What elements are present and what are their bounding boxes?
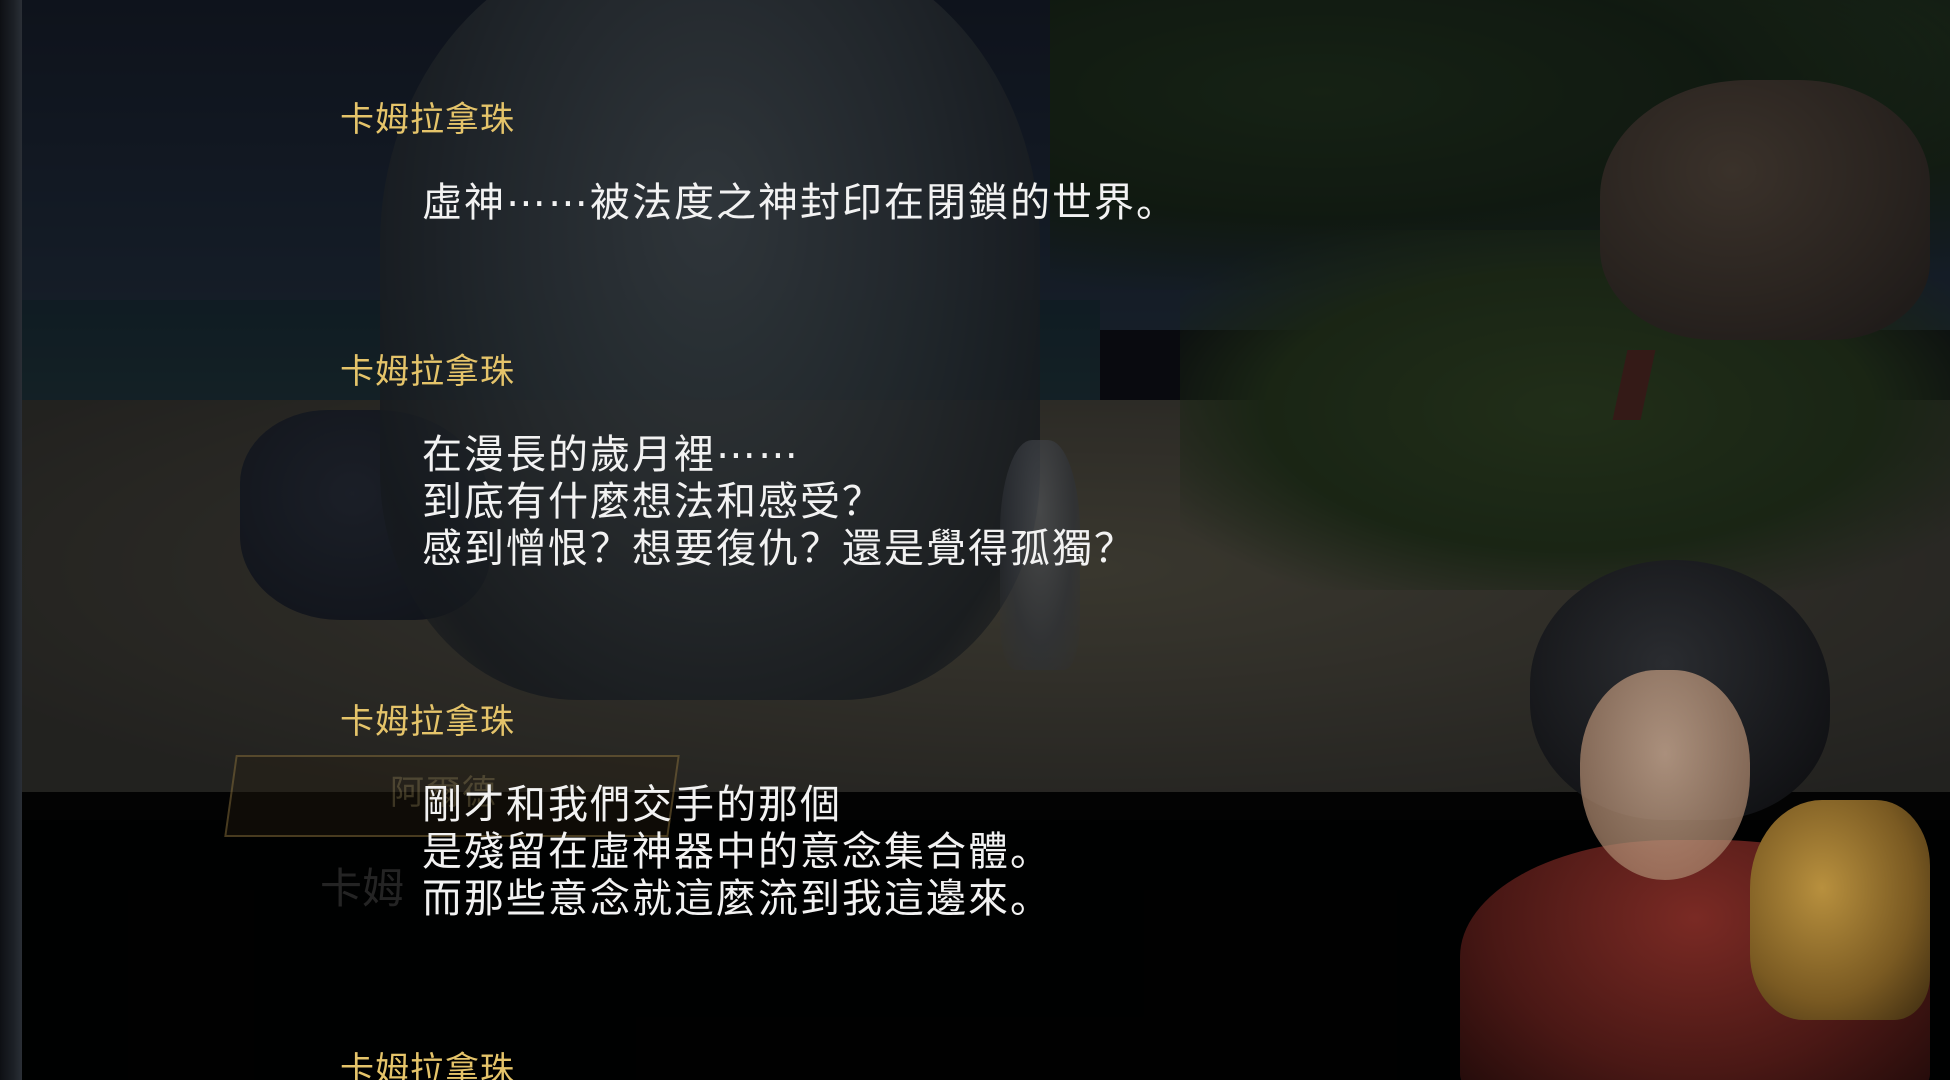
dialogue-line: 虛神⋯⋯被法度之神封印在閉鎖的世界。 — [422, 180, 1178, 226]
dialogue-line: 在漫長的歲月裡⋯⋯ — [422, 432, 800, 478]
speaker-name: 卡姆拉拿珠 — [340, 352, 515, 392]
portrait-armor — [1750, 800, 1930, 1020]
left-frame-edge — [0, 0, 22, 1080]
hero-portrait — [1420, 560, 1950, 1080]
dialogue-line: 剛才和我們交手的那個 — [422, 782, 842, 828]
speaker-name: 卡姆拉拿珠 — [340, 702, 515, 742]
dialogue-line: 而那些意念就這麼流到我這邊來。 — [422, 876, 1052, 922]
speaker-name: 卡姆拉拿珠 — [340, 100, 515, 140]
dialogue-line: 感到憎恨？想要復仇？還是覺得孤獨？ — [422, 526, 1136, 572]
dialogue-line: 到底有什麼想法和感受？ — [422, 479, 884, 525]
speaker-name: 卡姆拉拿珠 — [340, 1050, 515, 1080]
dialogue-speaker-name: 卡姆 — [320, 864, 405, 913]
portrait-face — [1580, 670, 1750, 880]
dialogue-line: 是殘留在虛神器中的意念集合體。 — [422, 829, 1052, 875]
game-scene: 阿爾德 卡姆 卡姆拉拿珠 虛神⋯⋯被法度之神封印在閉鎖的世界。 卡姆拉拿珠 在漫… — [0, 0, 1950, 1080]
